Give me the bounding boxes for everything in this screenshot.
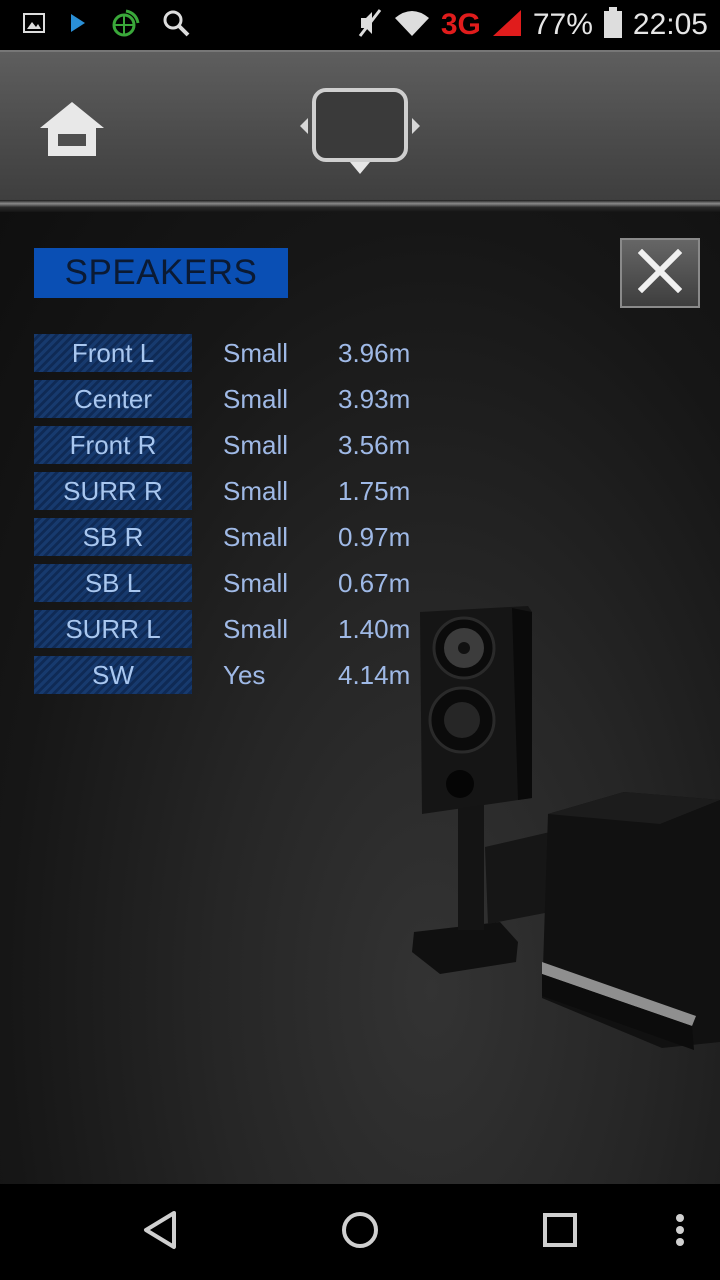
speaker-row-surr-r: SURR R Small 1.75m (34, 472, 454, 518)
home-button[interactable] (38, 100, 106, 158)
speaker-list: Front L Small 3.96m Center Small 3.93m F… (34, 334, 454, 702)
speakers-title: SPEAKERS (34, 248, 288, 298)
play-store-notification-icon (68, 12, 88, 39)
back-button[interactable] (130, 1204, 190, 1260)
speaker-size: Small (223, 476, 289, 506)
speaker-distance: 3.96m (338, 338, 411, 368)
speaker-row-front-l: Front L Small 3.96m (34, 334, 454, 380)
wifi-icon (393, 8, 431, 43)
speaker-size: Small (223, 338, 289, 368)
search-notification-icon (162, 9, 190, 42)
speaker-settings-panel: SPEAKERS Front L Small 3.96m Center Smal… (0, 212, 720, 1184)
speaker-row-sw: SW Yes 4.14m (34, 656, 454, 702)
status-bar: 3G 77% 22:05 (0, 0, 720, 50)
speaker-row-surr-l: SURR L Small 1.40m (34, 610, 454, 656)
speakers-title-text: SPEAKERS (64, 253, 258, 292)
home-nav-button[interactable] (330, 1204, 390, 1260)
speaker-distance: 0.67m (338, 568, 411, 598)
speaker-row-sb-r: SB R Small 0.97m (34, 518, 454, 564)
speaker-name-button[interactable]: SURR L (34, 610, 192, 648)
network-type: 3G (440, 8, 481, 41)
more-vert-icon (675, 1213, 685, 1252)
gallery-notification-icon (22, 11, 46, 40)
recents-button[interactable] (530, 1204, 590, 1260)
speaker-name-button[interactable]: SB L (34, 564, 192, 602)
speaker-row-sb-l: SB L Small 0.67m (34, 564, 454, 610)
close-icon (637, 248, 683, 298)
battery-icon (603, 6, 623, 44)
vpn-globe-notification-icon (110, 9, 140, 42)
speaker-size: Yes (223, 660, 266, 690)
speaker-row-center: Center Small 3.93m (34, 380, 454, 426)
speaker-distance: 3.56m (338, 430, 411, 460)
speaker-row-front-r: Front R Small 3.56m (34, 426, 454, 472)
home-circle-icon (340, 1210, 380, 1255)
speaker-size: Small (223, 614, 289, 644)
muted-sound-icon (357, 8, 383, 43)
speaker-name-button[interactable]: Center (34, 380, 192, 418)
speaker-distance: 1.40m (338, 614, 411, 644)
speaker-size: Small (223, 568, 289, 598)
speaker-size: Small (223, 522, 289, 552)
speaker-name-button[interactable]: Front R (34, 426, 192, 464)
battery-percent: 77% (532, 8, 593, 41)
speaker-name-button[interactable]: Front L (34, 334, 192, 372)
overflow-menu-button[interactable] (652, 1204, 708, 1260)
screen-select-button[interactable] (298, 86, 422, 176)
speaker-size: Small (223, 430, 289, 460)
signal-strength-icon (491, 8, 523, 43)
speaker-size: Small (223, 384, 289, 414)
speaker-name-button[interactable]: SW (34, 656, 192, 694)
recents-square-icon (542, 1212, 578, 1253)
clock: 22:05 (632, 8, 708, 41)
speaker-name-button[interactable]: SB R (34, 518, 192, 556)
home-icon (38, 102, 106, 162)
system-navigation-bar (0, 1184, 720, 1280)
header-divider (0, 200, 720, 212)
speaker-distance: 4.14m (338, 660, 411, 690)
back-triangle-icon (140, 1209, 180, 1256)
speaker-distance: 3.93m (338, 384, 411, 414)
speaker-name-button[interactable]: SURR R (34, 472, 192, 510)
close-button[interactable] (620, 238, 700, 308)
tv-screen-icon (298, 88, 422, 180)
speaker-distance: 0.97m (338, 522, 411, 552)
speaker-distance: 1.75m (338, 476, 411, 506)
